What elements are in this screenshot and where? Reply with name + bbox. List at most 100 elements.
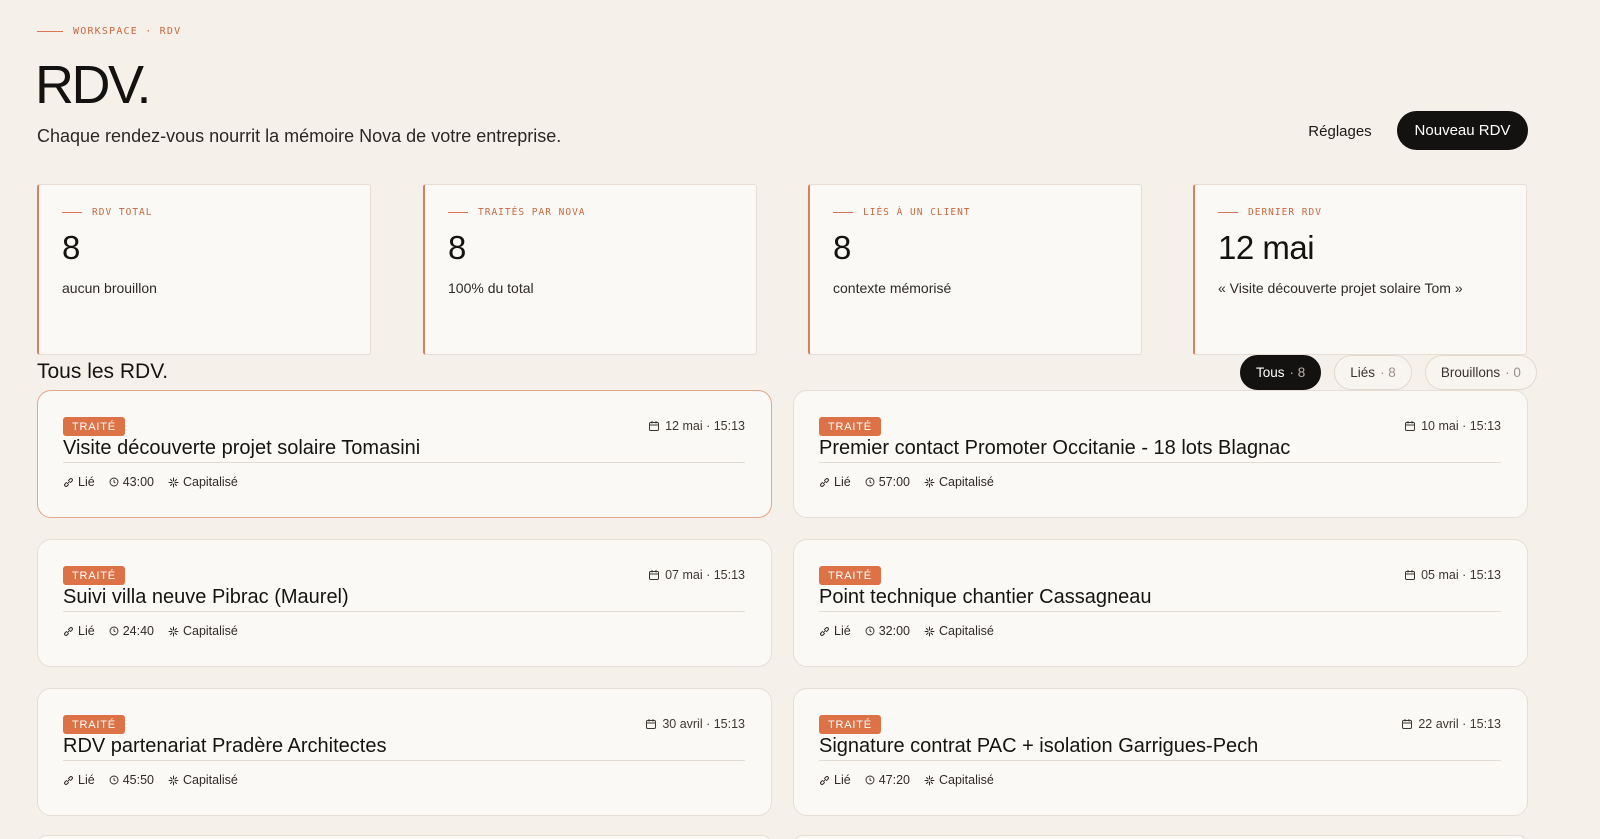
calendar-icon <box>648 420 660 432</box>
stat-card-last: DERNIER RDV 12 mai « Visite découverte p… <box>1193 184 1527 355</box>
status-badge: TRAITÉ <box>819 566 881 585</box>
meeting-meta: Lié 47:20 Capitalisé <box>819 773 994 787</box>
meeting-title: Point technique chantier Cassagneau <box>819 586 1501 612</box>
duration: 24:40 <box>109 624 154 638</box>
sparkle-icon <box>924 775 935 786</box>
calendar-icon <box>1401 718 1413 730</box>
filter-tabs: Tous · 8 Liés · 8 Brouillons · 0 <box>1240 355 1537 390</box>
stat-note: « Visite découverte projet solaire Tom » <box>1218 280 1463 296</box>
filter-brouillons[interactable]: Brouillons · 0 <box>1424 355 1537 390</box>
filter-tous[interactable]: Tous · 8 <box>1240 355 1322 390</box>
capitalized-status: Capitalisé <box>168 475 238 489</box>
stat-note: contexte mémorisé <box>833 280 952 296</box>
status-badge: TRAITÉ <box>63 417 125 436</box>
breadcrumb-text: WORKSPACE · RDV <box>73 26 182 37</box>
meeting-title: RDV partenariat Pradère Architectes <box>63 735 745 761</box>
stat-card-total: RDV TOTAL 8 aucun brouillon <box>37 184 371 355</box>
link-icon <box>63 775 74 786</box>
meeting-meta: Lié 57:00 Capitalisé <box>819 475 994 489</box>
capitalized-status: Capitalisé <box>924 773 994 787</box>
link-status: Lié <box>819 773 851 787</box>
link-status: Lié <box>819 475 851 489</box>
meeting-card-partial[interactable] <box>37 835 772 839</box>
duration: 32:00 <box>865 624 910 638</box>
capitalized-status: Capitalisé <box>924 475 994 489</box>
status-badge: TRAITÉ <box>63 715 125 734</box>
sparkle-icon <box>924 626 935 637</box>
capitalized-status: Capitalisé <box>168 773 238 787</box>
sparkle-icon <box>924 477 935 488</box>
breadcrumb: WORKSPACE · RDV <box>37 26 181 37</box>
capitalized-status: Capitalisé <box>168 624 238 638</box>
eyebrow-rule <box>37 30 63 33</box>
stat-label: RDV TOTAL <box>62 207 152 218</box>
duration: 57:00 <box>865 475 910 489</box>
calendar-icon <box>645 718 657 730</box>
stat-card-linked: LIÉS À UN CLIENT 8 contexte mémorisé <box>808 184 1142 355</box>
stat-card-processed: TRAITÉS PAR NOVA 8 100% du total <box>423 184 757 355</box>
meeting-meta: Lié 32:00 Capitalisé <box>819 624 994 638</box>
link-icon <box>819 626 830 637</box>
link-status: Lié <box>63 773 95 787</box>
meeting-date: 22 avril · 15:13 <box>1401 717 1501 731</box>
stat-label: LIÉS À UN CLIENT <box>833 207 971 218</box>
calendar-icon <box>1404 420 1416 432</box>
page-title: RDV. <box>35 55 152 115</box>
clock-icon <box>865 477 875 487</box>
status-badge: TRAITÉ <box>819 715 881 734</box>
meeting-card[interactable]: TRAITÉ 12 mai · 15:13 Visite découverte … <box>37 390 772 518</box>
settings-button[interactable]: Réglages <box>1290 112 1390 150</box>
meeting-card[interactable]: TRAITÉ 30 avril · 15:13 RDV partenariat … <box>37 688 772 816</box>
link-icon <box>819 477 830 488</box>
stat-label: DERNIER RDV <box>1218 207 1322 218</box>
meeting-title: Visite découverte projet solaire Tomasin… <box>63 437 745 463</box>
meeting-meta: Lié 43:00 Capitalisé <box>63 475 238 489</box>
clock-icon <box>865 775 875 785</box>
duration: 47:20 <box>865 773 910 787</box>
calendar-icon <box>1404 569 1416 581</box>
meeting-card[interactable]: TRAITÉ 10 mai · 15:13 Premier contact Pr… <box>793 390 1528 518</box>
stat-label: TRAITÉS PAR NOVA <box>448 207 586 218</box>
stat-note: aucun brouillon <box>62 280 157 296</box>
section-title: Tous les RDV. <box>37 360 169 383</box>
meeting-card-partial[interactable] <box>793 835 1528 839</box>
sparkle-icon <box>168 477 179 488</box>
clock-icon <box>865 626 875 636</box>
meeting-card[interactable]: TRAITÉ 22 avril · 15:13 Signature contra… <box>793 688 1528 816</box>
filter-lies[interactable]: Liés · 8 <box>1334 355 1412 390</box>
meeting-card[interactable]: TRAITÉ 07 mai · 15:13 Suivi villa neuve … <box>37 539 772 667</box>
meeting-card[interactable]: TRAITÉ 05 mai · 15:13 Point technique ch… <box>793 539 1528 667</box>
link-status: Lié <box>63 475 95 489</box>
calendar-icon <box>648 569 660 581</box>
meeting-title: Premier contact Promoter Occitanie - 18 … <box>819 437 1501 463</box>
meeting-title: Signature contrat PAC + isolation Garrig… <box>819 735 1501 761</box>
stat-note: 100% du total <box>448 280 534 296</box>
page-subtitle: Chaque rendez-vous nourrit la mémoire No… <box>37 126 562 146</box>
meeting-date: 10 mai · 15:13 <box>1404 419 1501 433</box>
clock-icon <box>109 775 119 785</box>
capitalized-status: Capitalisé <box>924 624 994 638</box>
sparkle-icon <box>168 626 179 637</box>
clock-icon <box>109 477 119 487</box>
stat-value: 8 <box>833 229 852 266</box>
link-icon <box>63 626 74 637</box>
stat-value: 8 <box>448 229 467 266</box>
meeting-date: 07 mai · 15:13 <box>648 568 745 582</box>
new-rdv-button[interactable]: Nouveau RDV <box>1397 111 1528 150</box>
link-icon <box>819 775 830 786</box>
duration: 43:00 <box>109 475 154 489</box>
stat-value: 8 <box>62 229 81 266</box>
meeting-meta: Lié 24:40 Capitalisé <box>63 624 238 638</box>
stat-value: 12 mai <box>1218 229 1315 266</box>
status-badge: TRAITÉ <box>819 417 881 436</box>
meeting-date: 12 mai · 15:13 <box>648 419 745 433</box>
sparkle-icon <box>168 775 179 786</box>
meeting-date: 30 avril · 15:13 <box>645 717 745 731</box>
link-status: Lié <box>819 624 851 638</box>
clock-icon <box>109 626 119 636</box>
meeting-date: 05 mai · 15:13 <box>1404 568 1501 582</box>
duration: 45:50 <box>109 773 154 787</box>
link-status: Lié <box>63 624 95 638</box>
meeting-meta: Lié 45:50 Capitalisé <box>63 773 238 787</box>
meeting-title: Suivi villa neuve Pibrac (Maurel) <box>63 586 745 612</box>
